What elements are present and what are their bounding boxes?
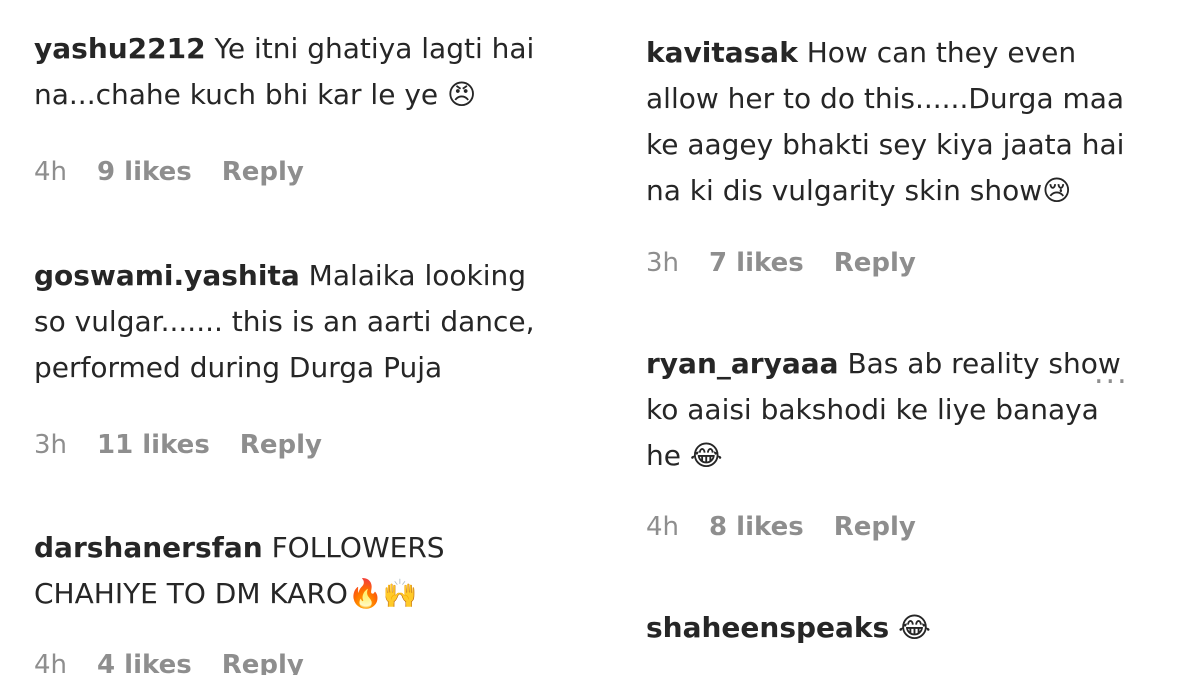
comment-timestamp: 3h — [34, 430, 68, 460]
comment-username[interactable]: kavitasak — [646, 36, 798, 69]
comment-body-line: ke aagey bhakti sey kiya jaata hai — [646, 128, 1125, 161]
comment-body-line: allow her to do this......Durga maa — [646, 82, 1125, 115]
comment-timestamp: 4h — [34, 650, 68, 675]
comment-body-line: he 😂 — [646, 439, 723, 472]
reply-button[interactable]: Reply — [834, 512, 916, 542]
comment-text: kavitasak How can they even allow her to… — [646, 30, 1176, 214]
comment-username[interactable]: ryan_aryaaa — [646, 347, 839, 380]
comment-item: darshanersfan FOLLOWERS CHAHIYE TO DM KA… — [34, 525, 594, 617]
comment-body-line: How can they even — [806, 36, 1077, 69]
comment-text: yashu2212 Ye itni ghatiya lagti hai na..… — [34, 26, 594, 118]
comment-meta: 4h 8 likes Reply — [646, 512, 916, 542]
comment-username[interactable]: darshanersfan — [34, 531, 263, 564]
comment-likes[interactable]: 11 likes — [97, 430, 210, 460]
comment-body-line: 😂 — [898, 611, 931, 644]
comment-meta: 3h 11 likes Reply — [34, 430, 322, 460]
comment-body-line: CHAHIYE TO DM KARO🔥🙌 — [34, 577, 418, 610]
comment-body-line: ko aaisi bakshodi ke liye banaya — [646, 393, 1099, 426]
comment-body-line: performed during Durga Puja — [34, 351, 443, 384]
comment-item: kavitasak How can they even allow her to… — [646, 30, 1176, 214]
comment-username[interactable]: shaheenspeaks — [646, 611, 889, 644]
comment-text: darshanersfan FOLLOWERS CHAHIYE TO DM KA… — [34, 525, 594, 617]
comment-body-line: so vulgar....... this is an aarti dance, — [34, 305, 535, 338]
comment-username[interactable]: goswami.yashita — [34, 259, 300, 292]
reply-button[interactable]: Reply — [240, 430, 322, 460]
comment-item: goswami.yashita Malaika looking so vulga… — [34, 253, 594, 391]
comment-meta: 3h 7 likes Reply — [646, 248, 916, 278]
comment-likes[interactable]: 9 likes — [97, 157, 192, 187]
comment-body-line: FOLLOWERS — [271, 531, 445, 564]
comment-body-line: Bas ab reality show — [847, 347, 1121, 380]
comment-body-line: Ye itni ghatiya lagti hai — [214, 32, 535, 65]
comment-item: shaheenspeaks 😂 — [646, 605, 1176, 651]
comment-meta: 4h 9 likes Reply — [34, 157, 304, 187]
reply-button[interactable]: Reply — [222, 157, 304, 187]
comment-meta-clipped: 4h 4 likes Reply — [34, 650, 434, 675]
reply-button[interactable]: Reply — [222, 650, 304, 675]
comment-likes[interactable]: 8 likes — [709, 512, 804, 542]
comment-body-line: na...chahe kuch bhi kar le ye 😠 — [34, 78, 477, 111]
comment-timestamp: 4h — [646, 512, 680, 542]
more-options-icon[interactable]: ... — [1094, 356, 1129, 391]
comment-body-line: na ki dis vulgarity skin show😢 — [646, 174, 1072, 207]
comment-likes[interactable]: 7 likes — [709, 248, 804, 278]
comment-username[interactable]: yashu2212 — [34, 32, 206, 65]
comment-meta: 4h 4 likes Reply — [34, 650, 304, 675]
comment-text: shaheenspeaks 😂 — [646, 605, 1176, 651]
reply-button[interactable]: Reply — [834, 248, 916, 278]
comment-timestamp: 3h — [646, 248, 680, 278]
comment-text: goswami.yashita Malaika looking so vulga… — [34, 253, 594, 391]
comment-timestamp: 4h — [34, 157, 68, 187]
comment-likes[interactable]: 4 likes — [97, 650, 192, 675]
comment-body-line: Malaika looking — [308, 259, 527, 292]
comment-item: yashu2212 Ye itni ghatiya lagti hai na..… — [34, 26, 594, 118]
